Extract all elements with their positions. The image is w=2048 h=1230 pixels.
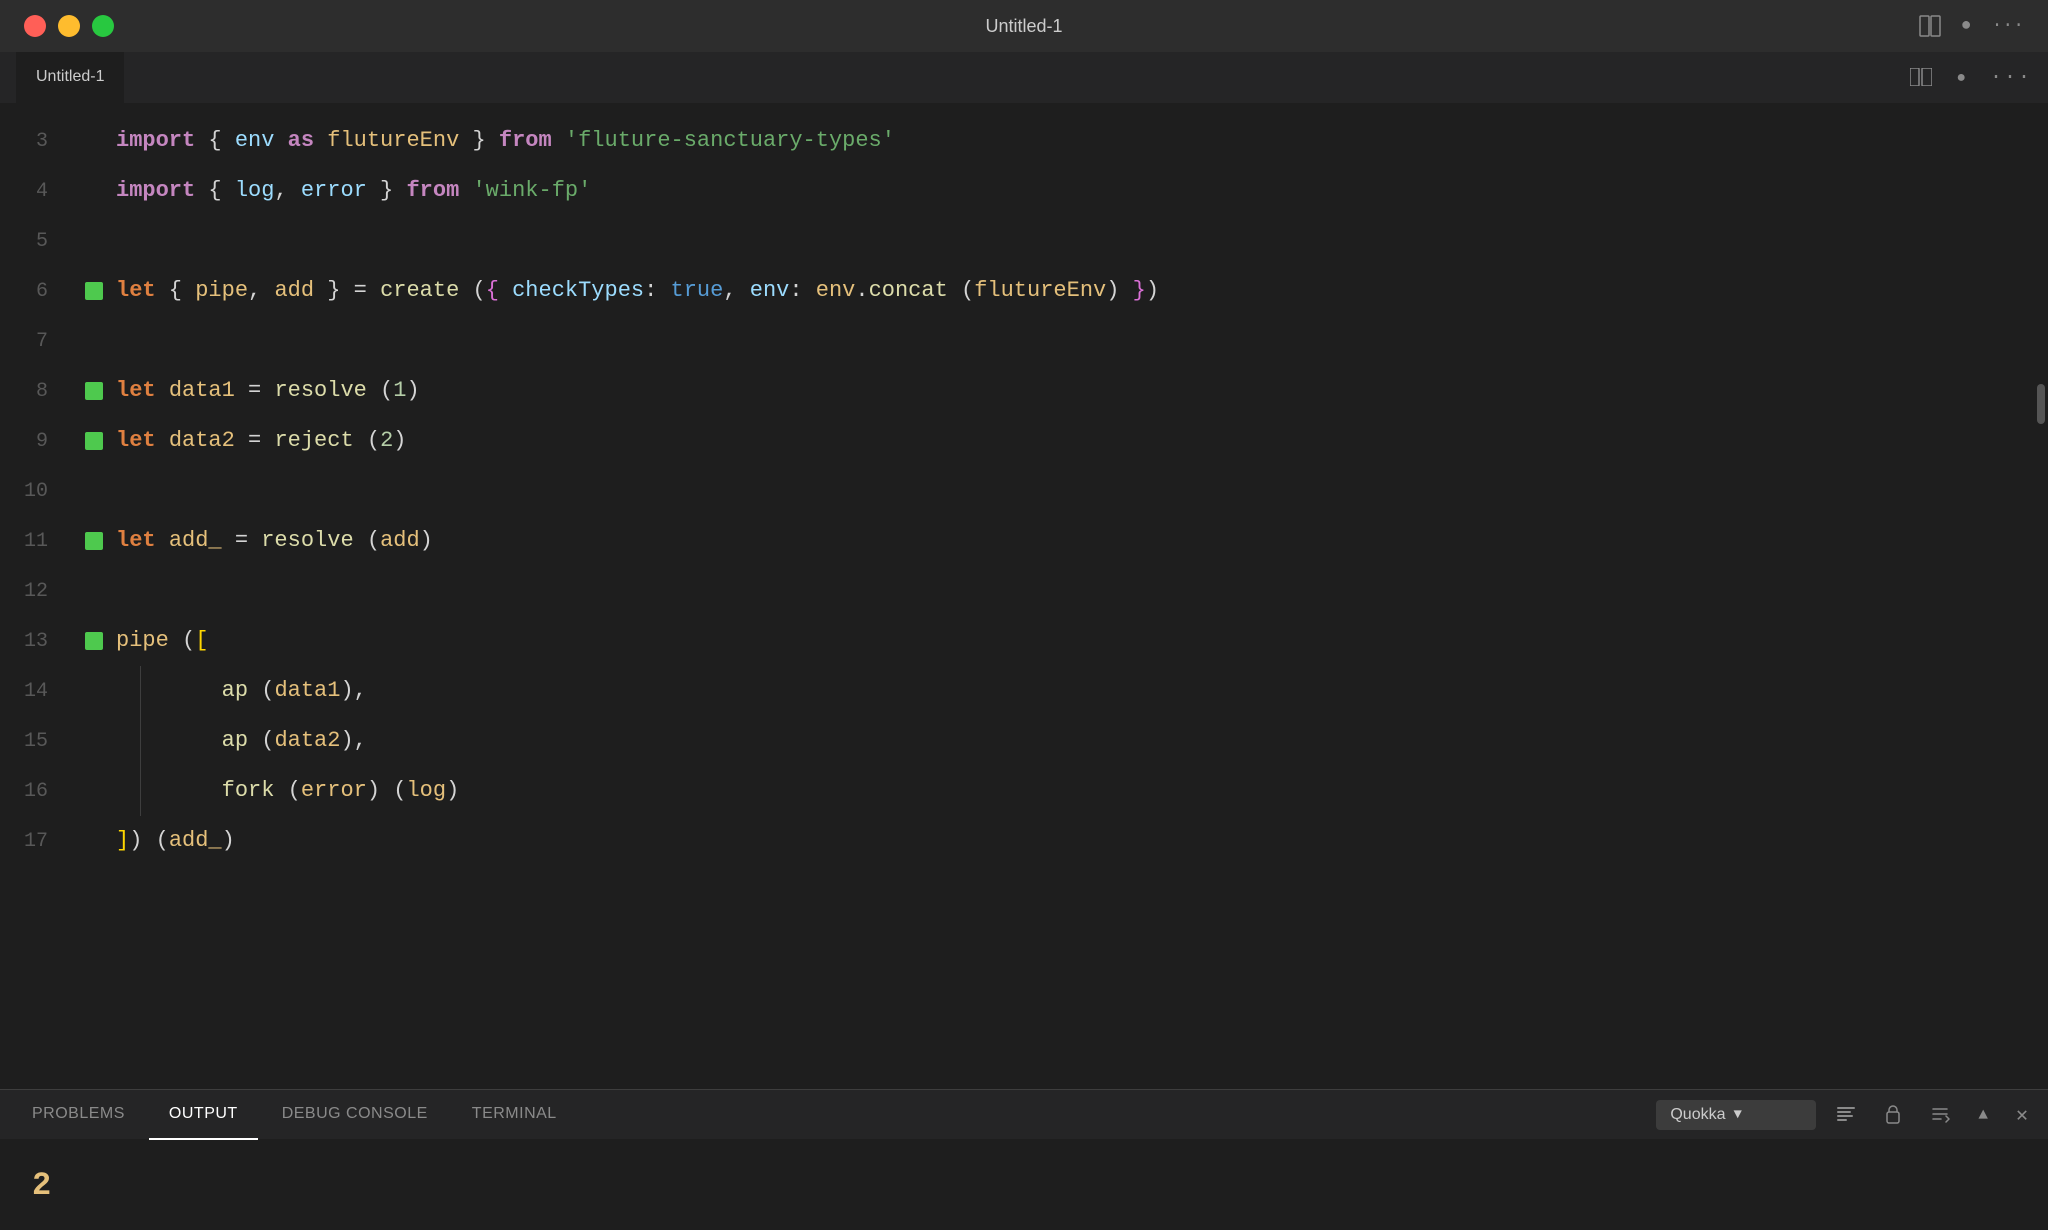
split-editor-icon[interactable] — [1919, 15, 1941, 37]
bottom-panel: PROBLEMS OUTPUT DEBUG CONSOLE TERMINAL Q… — [0, 1089, 2048, 1230]
code-tokens: ]) (add_) — [108, 830, 235, 852]
circle-status-icon: ● — [1956, 69, 1966, 87]
code-line: 15 ap (data2), — [0, 716, 2034, 766]
code-tokens: ap (data2), — [108, 730, 367, 752]
line-number: 16 — [0, 780, 80, 803]
more-actions-icon[interactable]: ··· — [1992, 16, 2024, 36]
tab-problems[interactable]: PROBLEMS — [12, 1090, 145, 1140]
output-selector-value: Quokka — [1670, 1106, 1725, 1124]
output-selector[interactable]: Quokka ▼ — [1656, 1100, 1816, 1130]
editor-area[interactable]: 3 import { env as flutureEnv } from 'flut… — [0, 104, 2048, 1089]
code-line: 7 — [0, 316, 2034, 366]
title-bar-actions: ● ··· — [1919, 15, 2024, 37]
tab-label: Untitled-1 — [36, 68, 104, 86]
panel-content: 2 — [0, 1140, 2048, 1230]
code-line: 8 let data1 = resolve (1) — [0, 366, 2034, 416]
line-number: 6 — [0, 280, 80, 303]
gutter-indicator — [80, 532, 108, 550]
code-line: 10 — [0, 466, 2034, 516]
more-icon[interactable]: ··· — [1990, 66, 2032, 89]
line-number: 7 — [0, 330, 80, 353]
code-tokens: import { env as flutureEnv } from 'flutu… — [108, 130, 895, 152]
code-line: 4 import { log, error } from 'wink-fp' — [0, 166, 2034, 216]
code-line: 3 import { env as flutureEnv } from 'flut… — [0, 116, 2034, 166]
minimize-button[interactable] — [58, 15, 80, 37]
gutter-indicator — [80, 282, 108, 300]
gutter-indicator — [80, 432, 108, 450]
coverage-indicator — [85, 282, 103, 300]
window-title: Untitled-1 — [985, 16, 1062, 37]
code-tokens: import { log, error } from 'wink-fp' — [108, 180, 591, 202]
code-line: 16 fork (error) (log) — [0, 766, 2034, 816]
code-tokens: let { pipe, add } = create ({ checkTypes… — [108, 280, 1159, 302]
code-line: 6 let { pipe, add } = create ({ checkType… — [0, 266, 2034, 316]
line-number: 9 — [0, 430, 80, 453]
panel-tab-actions: Quokka ▼ — [1656, 1098, 2036, 1132]
code-tokens: ap (data1), — [108, 680, 367, 702]
tab-terminal[interactable]: TERMINAL — [452, 1090, 577, 1140]
code-line: 9 let data2 = reject (2) — [0, 416, 2034, 466]
panel-tabs: PROBLEMS OUTPUT DEBUG CONSOLE TERMINAL Q… — [0, 1090, 2048, 1140]
line-number: 4 — [0, 180, 80, 203]
code-tokens: let add_ = resolve (add) — [108, 530, 433, 552]
traffic-lights — [24, 15, 114, 37]
line-number: 10 — [0, 480, 80, 503]
line-number: 8 — [0, 380, 80, 403]
code-tokens: let data1 = resolve (1) — [108, 380, 420, 402]
close-panel-icon[interactable]: ✕ — [2008, 1098, 2036, 1132]
clear-output-icon[interactable] — [1828, 1100, 1864, 1129]
scroll-icon[interactable] — [1922, 1100, 1958, 1129]
code-line: 5 — [0, 216, 2034, 266]
coverage-indicator — [85, 382, 103, 400]
tab-bar-actions: ● ··· — [1910, 66, 2032, 89]
maximize-button[interactable] — [92, 15, 114, 37]
code-line: 12 — [0, 566, 2034, 616]
code-line: 14 ap (data1), — [0, 666, 2034, 716]
tab-bar: Untitled-1 ● ··· — [0, 52, 2048, 104]
tab-untitled-1[interactable]: Untitled-1 — [16, 52, 124, 104]
lock-icon[interactable] — [1876, 1100, 1910, 1129]
line-number: 17 — [0, 830, 80, 853]
output-value: 2 — [32, 1167, 51, 1204]
close-button[interactable] — [24, 15, 46, 37]
gutter-indicator — [80, 382, 108, 400]
line-number: 11 — [0, 530, 80, 553]
scrollbar-thumb[interactable] — [2037, 384, 2045, 424]
scrollbar[interactable] — [2034, 104, 2048, 1089]
code-container: 3 import { env as flutureEnv } from 'flut… — [0, 104, 2034, 1089]
coverage-indicator — [85, 532, 103, 550]
chevron-down-icon: ▼ — [1733, 1107, 1741, 1123]
code-line: 13 pipe ([ — [0, 616, 2034, 666]
code-tokens: let data2 = reject (2) — [108, 430, 406, 452]
tab-debug-console[interactable]: DEBUG CONSOLE — [262, 1090, 448, 1140]
code-tokens: pipe ([ — [108, 630, 208, 652]
circle-icon: ● — [1961, 16, 1972, 36]
line-number: 15 — [0, 730, 80, 753]
coverage-indicator — [85, 632, 103, 650]
code-line: 17 ]) (add_) — [0, 816, 2034, 866]
title-bar: Untitled-1 ● ··· — [0, 0, 2048, 52]
tab-output[interactable]: OUTPUT — [149, 1090, 258, 1140]
line-number: 14 — [0, 680, 80, 703]
chevron-up-icon[interactable]: ▲ — [1970, 1102, 1996, 1128]
code-tokens: fork (error) (log) — [108, 780, 459, 802]
line-number: 12 — [0, 580, 80, 603]
coverage-indicator — [85, 432, 103, 450]
line-number: 5 — [0, 230, 80, 253]
line-number: 13 — [0, 630, 80, 653]
split-view-icon[interactable] — [1910, 68, 1932, 88]
gutter-indicator — [80, 632, 108, 650]
line-number: 3 — [0, 130, 80, 153]
code-line: 11 let add_ = resolve (add) — [0, 516, 2034, 566]
